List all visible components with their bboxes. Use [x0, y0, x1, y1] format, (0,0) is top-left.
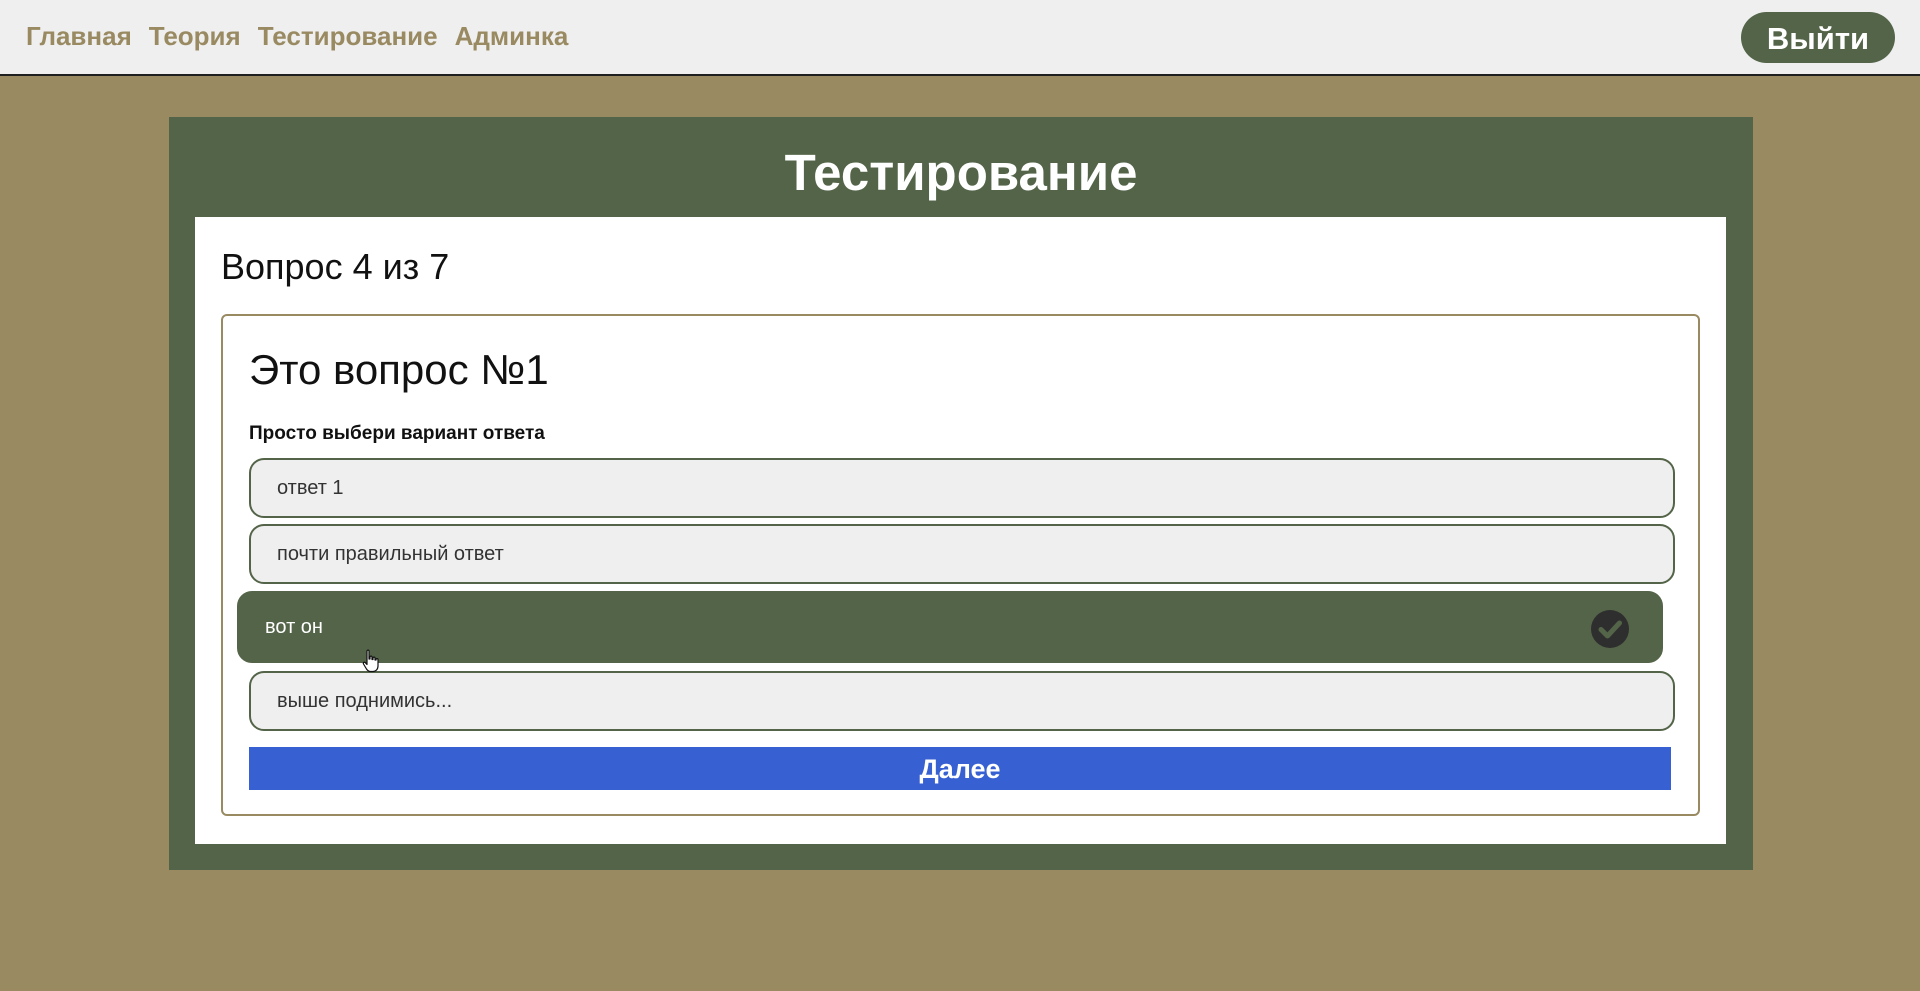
page-title: Тестирование: [784, 144, 1138, 201]
question-hint: Просто выбери вариант ответа: [249, 423, 545, 444]
top-navbar: Главная Теория Тестирование Админка Выйт…: [0, 0, 1920, 76]
answer-option-label: выше поднимись...: [277, 690, 453, 712]
test-content: Вопрос 4 из 7 Это вопрос №1 Просто выбер…: [195, 217, 1726, 844]
answer-option-label: ответ 1: [277, 477, 344, 499]
question-counter: Вопрос 4 из 7: [221, 246, 450, 287]
answer-option[interactable]: выше поднимись...: [249, 671, 1675, 731]
hand-cursor-icon: [362, 649, 380, 678]
check-circle-icon: [1591, 610, 1629, 648]
answer-option-label: почти правильный ответ: [277, 543, 504, 565]
main-nav: Главная Теория Тестирование Админка: [26, 20, 568, 52]
nav-link-theory[interactable]: Теория: [149, 20, 241, 52]
question-card: Это вопрос №1 Просто выбери вариант отве…: [221, 314, 1700, 816]
next-button[interactable]: Далее: [249, 747, 1671, 790]
answer-option[interactable]: почти правильный ответ: [249, 524, 1675, 584]
answer-option-label: вот он: [265, 616, 323, 638]
nav-link-testing[interactable]: Тестирование: [258, 20, 438, 52]
question-title: Это вопрос №1: [249, 346, 549, 393]
answer-option-selected[interactable]: вот он: [237, 591, 1663, 663]
test-panel: Тестирование Вопрос 4 из 7 Это вопрос №1…: [169, 117, 1753, 870]
nav-link-home[interactable]: Главная: [26, 20, 132, 52]
logout-button[interactable]: Выйти: [1741, 12, 1895, 63]
answer-option[interactable]: ответ 1: [249, 458, 1675, 518]
nav-link-admin[interactable]: Админка: [455, 20, 569, 52]
